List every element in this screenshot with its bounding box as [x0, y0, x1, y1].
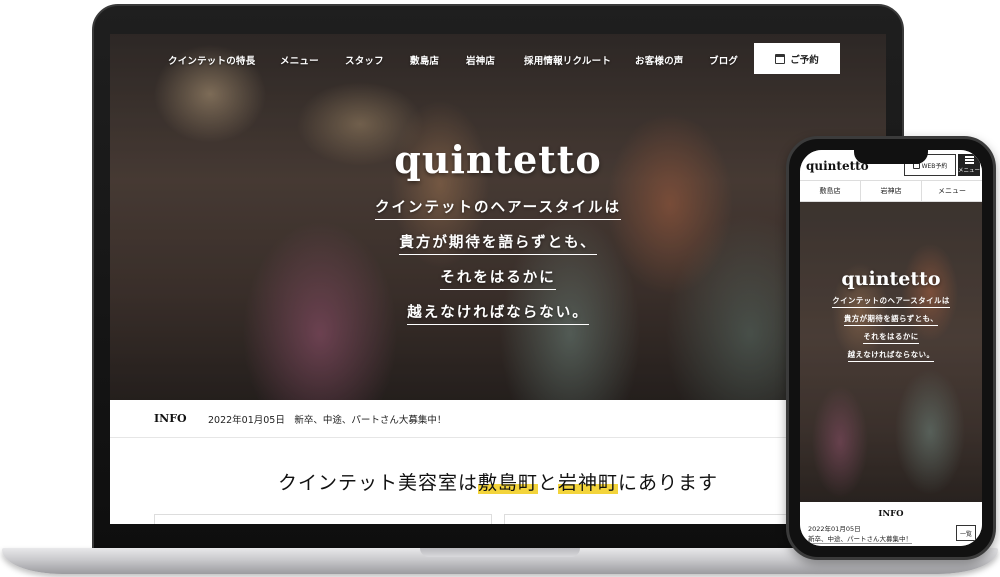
nav-recruit[interactable]: 採用情報リクルート — [524, 53, 611, 67]
calendar-icon — [775, 53, 786, 64]
phone-info-list-button[interactable]: 一覧 — [956, 525, 976, 541]
phone-hero-catchcopy: クインテットのヘアースタイルは 貴方が期待を語らずとも、 それをはるかに 越えな… — [800, 290, 982, 362]
catch-line: 越えなければならない。 — [847, 349, 935, 362]
phone-hero-text: quintetto クインテットのヘアースタイルは 貴方が期待を語らずとも、 そ… — [800, 268, 982, 362]
phone-notch — [854, 150, 928, 164]
section-headline: クインテット美容室は敷島町と岩神町にあります — [110, 468, 886, 495]
nav-staff[interactable]: スタッフ — [345, 53, 384, 67]
phone-info-date: 2022年01月05日 — [808, 525, 861, 533]
nav-iwagami[interactable]: 岩神店 — [466, 53, 495, 67]
reserve-button[interactable]: ご予約 — [754, 43, 840, 74]
hero-logo: quintetto — [394, 137, 602, 182]
phone-info: INFO 2022年01月05日 新卒、中途、パートさん大募集中！ 一覧 — [800, 502, 982, 546]
nav-menu[interactable]: メニュー — [280, 53, 319, 67]
catch-line: それをはるかに — [440, 266, 556, 290]
phone-menu-button[interactable]: メニュー — [958, 154, 980, 176]
catch-line: 貴方が期待を語らずとも、 — [399, 231, 597, 255]
catch-line: それをはるかに — [863, 331, 919, 344]
nav-features[interactable]: クインテットの特長 — [168, 53, 255, 67]
info-label: INFO — [154, 412, 187, 425]
phone-hero-logo: quintetto — [841, 268, 941, 290]
phone-subnav-menu[interactable]: メニュー — [922, 181, 982, 201]
phone-menu-label: メニュー — [958, 167, 981, 174]
headline-place-iwagami: 岩神町 — [558, 472, 619, 494]
hero-text: quintetto クインテットのヘアースタイルは 貴方が期待を語らずとも、 そ… — [110, 138, 886, 325]
shop-card-shikishima[interactable] — [154, 514, 492, 524]
catch-line: クインテットのヘアースタイルは — [832, 295, 950, 308]
info-news-link[interactable]: 2022年01月05日 新卒、中途、パートさん大募集中！ — [208, 412, 446, 426]
nav-blog[interactable]: ブログ — [709, 53, 738, 67]
headline-place-shikishima: 敷島町 — [477, 472, 538, 494]
info-bar: INFO 2022年01月05日 新卒、中途、パートさん大募集中！ — [110, 400, 886, 438]
headline-middle: と — [537, 472, 558, 494]
laptop-screen: クインテットの特長 メニュー スタッフ 敷島店 岩神店 採用情報リクルート お客… — [110, 34, 886, 524]
reserve-button-label: ご予約 — [790, 54, 819, 66]
hamburger-icon — [964, 159, 974, 161]
laptop-notch — [420, 548, 580, 557]
phone-info-label: INFO — [878, 509, 904, 519]
nav-shikishima[interactable]: 敷島店 — [410, 53, 439, 67]
catch-line: 越えなければならない。 — [407, 301, 589, 325]
phone-reserve-label: WEB予約 — [921, 162, 948, 170]
hero-catchcopy: クインテットのヘアースタイルは 貴方が期待を語らずとも、 それをはるかに 越えな… — [110, 186, 886, 325]
headline-prefix: クインテット美容室は — [277, 472, 478, 494]
phone-info-news-link[interactable]: 新卒、中途、パートさん大募集中！ — [808, 533, 912, 544]
catch-line: 貴方が期待を語らずとも、 — [843, 313, 939, 326]
catch-line: クインテットのヘアースタイルは — [375, 196, 621, 220]
main-nav: クインテットの特長 メニュー スタッフ 敷島店 岩神店 採用情報リクルート お客… — [110, 42, 886, 76]
headline-suffix: にあります — [618, 472, 719, 494]
nav-voice[interactable]: お客様の声 — [635, 53, 684, 67]
